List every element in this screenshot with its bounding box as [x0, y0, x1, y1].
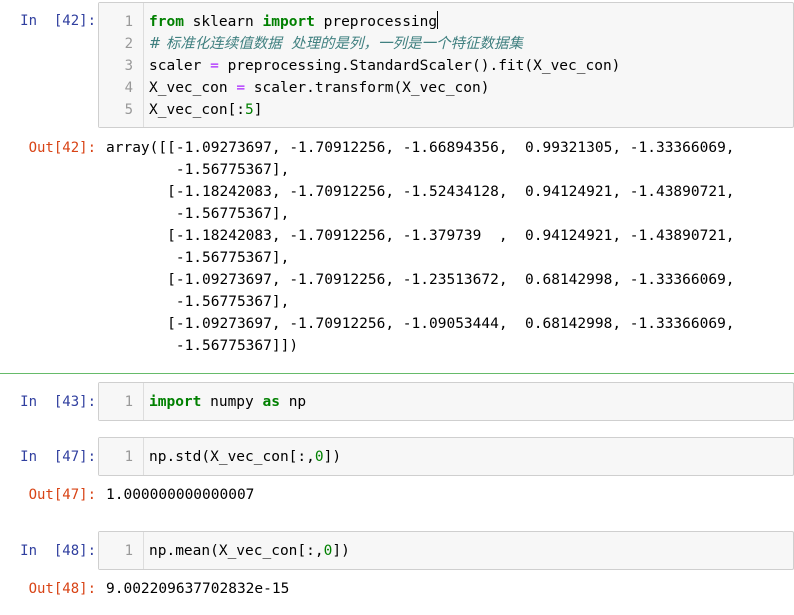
- code-text: ]: [253, 102, 263, 118]
- output-line: [-1.09273697, -1.70912256, -1.09053444, …: [106, 316, 735, 332]
- text-cursor: [437, 11, 439, 29]
- cell-48-output: 9.002209637702832e-15: [106, 581, 290, 597]
- cell-43-code-editor[interactable]: 1 import numpy as np: [98, 382, 794, 421]
- line-number: 1: [124, 14, 133, 30]
- operator: =: [210, 58, 219, 74]
- cell-48-out-prompt: Out[48]:: [28, 581, 96, 597]
- code-text: sklearn: [183, 14, 263, 30]
- output-line: array([[-1.09273697, -1.70912256, -1.668…: [106, 140, 735, 156]
- output-line: [-1.09273697, -1.70912256, -1.23513672, …: [106, 272, 735, 288]
- line-number: 5: [124, 102, 133, 118]
- cell-48-in-prompt: In [48]:: [20, 543, 96, 559]
- line-number-gutter: 1: [99, 532, 144, 569]
- code-comment: # 标准化连续值数据 处理的是列，一列是一个特征数据集: [149, 36, 523, 52]
- code-line: import numpy as np: [149, 391, 306, 413]
- code-text: X_vec_con[:: [149, 102, 246, 118]
- code-text: np: [279, 394, 307, 410]
- code-line: scaler = preprocessing.StandardScaler().…: [149, 55, 620, 77]
- output-line: -1.56775367],: [106, 250, 290, 266]
- output-line: -1.56775367],: [106, 294, 290, 310]
- cell-47-output: 1.000000000000007: [106, 487, 255, 503]
- code-text: preprocessing.StandardScaler().fit(X_vec…: [218, 58, 621, 74]
- output-line: -1.56775367],: [106, 206, 290, 222]
- code-line: from sklearn import preprocessing: [149, 11, 439, 33]
- cell-43-in-prompt: In [43]:: [20, 394, 96, 410]
- line-number-gutter: 1: [99, 438, 144, 475]
- line-number-gutter: 1 2 3 4 5: [99, 3, 144, 127]
- code-text: np.std(X_vec_con[:,: [149, 449, 315, 465]
- cell-47-in-prompt: In [47]:: [20, 449, 96, 465]
- line-number: 4: [124, 80, 133, 96]
- output-line: [-1.18242083, -1.70912256, -1.379739 , 0…: [106, 228, 735, 244]
- code-text: np.mean(X_vec_con[:,: [149, 543, 324, 559]
- code-text: preprocessing: [314, 14, 438, 30]
- cell-42-code-editor[interactable]: 1 2 3 4 5 from sklearn import preprocess…: [98, 2, 794, 128]
- cell-42-in-prompt: In [42]:: [20, 13, 96, 29]
- line-number: 2: [124, 36, 133, 52]
- code-line: X_vec_con = scaler.transform(X_vec_con): [149, 77, 489, 99]
- line-number: 3: [124, 58, 133, 74]
- code-text: scaler: [149, 58, 211, 74]
- code-text: numpy: [201, 394, 263, 410]
- number-literal: 5: [245, 102, 254, 118]
- line-number-gutter: 1: [99, 383, 144, 420]
- code-text: ]): [332, 543, 350, 559]
- selected-cell-divider: [0, 373, 794, 374]
- output-line: -1.56775367],: [106, 162, 290, 178]
- code-text: scaler.transform(X_vec_con): [245, 80, 490, 96]
- line-number: 1: [124, 394, 133, 410]
- output-line: -1.56775367]]): [106, 338, 299, 354]
- number-literal: 0: [314, 449, 324, 465]
- cell-47-code-editor[interactable]: 1 np.std(X_vec_con[:,0]): [98, 437, 794, 476]
- code-line: np.std(X_vec_con[:,0]): [149, 446, 341, 468]
- line-number: 1: [124, 449, 133, 465]
- operator: =: [236, 80, 246, 96]
- keyword: as: [262, 394, 280, 410]
- code-line: X_vec_con[:5]: [149, 99, 263, 121]
- cell-47-out-prompt: Out[47]:: [28, 487, 96, 503]
- code-line: np.mean(X_vec_con[:,0]): [149, 540, 350, 562]
- line-number: 1: [124, 543, 133, 559]
- keyword: from: [149, 14, 184, 30]
- keyword: import: [262, 14, 315, 30]
- cell-48-code-editor[interactable]: 1 np.mean(X_vec_con[:,0]): [98, 531, 794, 570]
- cell-42-out-prompt: Out[42]:: [28, 140, 96, 156]
- output-line: [-1.18242083, -1.70912256, -1.52434128, …: [106, 184, 735, 200]
- code-text: X_vec_con: [149, 80, 237, 96]
- code-text: ]): [323, 449, 342, 465]
- keyword: import: [149, 394, 202, 410]
